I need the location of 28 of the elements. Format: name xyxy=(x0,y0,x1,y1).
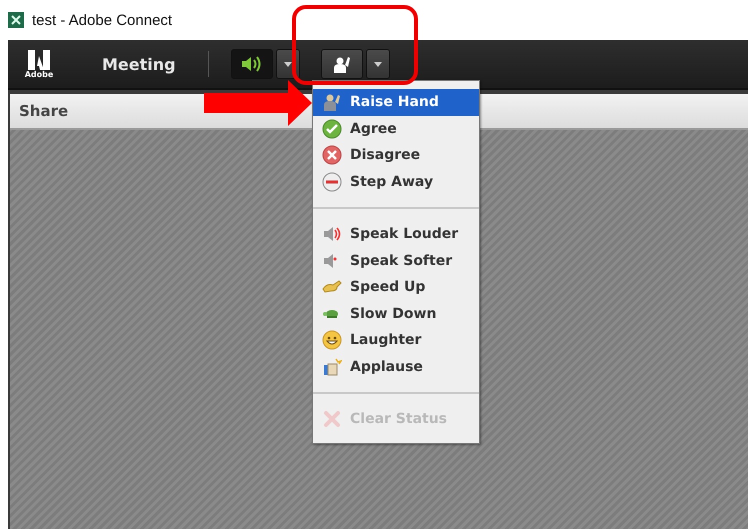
speaker-button[interactable] xyxy=(230,49,273,79)
smiley-icon xyxy=(322,330,342,350)
menu-item[interactable]: Agree xyxy=(313,116,479,142)
menu-item[interactable]: Raise Hand xyxy=(313,89,479,116)
close-icon xyxy=(322,409,342,430)
menu-item[interactable]: Speed Up xyxy=(313,274,479,300)
raised-hand-icon xyxy=(332,54,352,74)
pod-title: Share xyxy=(19,102,68,120)
raised-hand-icon xyxy=(322,92,342,112)
logo-text: Adobe xyxy=(24,70,54,78)
menu-item[interactable]: Laughter xyxy=(313,327,479,354)
check-icon xyxy=(322,118,342,139)
menu-item[interactable]: Applause xyxy=(313,354,479,380)
caret-icon xyxy=(374,62,382,66)
status-button[interactable] xyxy=(320,49,363,79)
menu-item[interactable]: Speak Softer xyxy=(313,248,479,274)
menu-item[interactable]: Speak Louder xyxy=(313,221,479,248)
caret-icon xyxy=(284,62,292,66)
logo-icon xyxy=(28,50,50,70)
window-title: test - Adobe Connect xyxy=(32,12,172,28)
minus-circle-icon xyxy=(322,172,342,192)
menu-item[interactable]: Step Away xyxy=(313,168,479,195)
dropdown-button[interactable] xyxy=(366,49,390,79)
meeting-menu[interactable]: Meeting xyxy=(102,54,176,74)
menu-item[interactable]: Slow Down xyxy=(313,300,479,327)
app-icon xyxy=(8,12,24,28)
cross-circle-icon xyxy=(322,145,342,166)
menu-item[interactable]: Disagree xyxy=(313,142,479,168)
